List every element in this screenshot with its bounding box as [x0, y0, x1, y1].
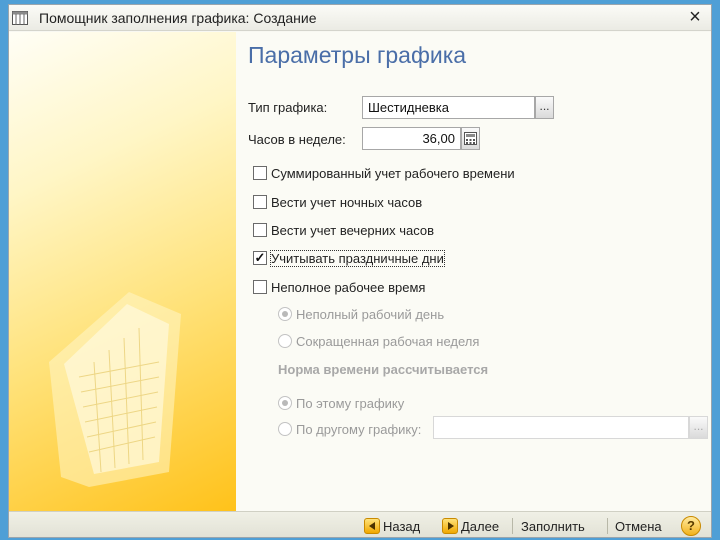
radio-label: Неполный рабочий день: [296, 306, 445, 322]
close-icon[interactable]: ×: [685, 7, 705, 27]
calendar-icon: [12, 11, 28, 25]
back-button[interactable]: Назад: [364, 516, 420, 536]
wizard-window: Помощник заполнения графика: Создание × …: [8, 4, 712, 538]
arrow-left-icon: [364, 518, 380, 534]
schedule-type-field[interactable]: Шестидневка: [362, 96, 535, 119]
radio-button[interactable]: [278, 422, 292, 436]
checkbox-evening-hours[interactable]: Вести учет вечерних часов: [253, 220, 434, 240]
fill-label: Заполнить: [521, 518, 585, 534]
radio-this-schedule[interactable]: По этому графику: [278, 393, 404, 413]
wizard-footer: Назад Далее Заполнить Отмена ?: [9, 511, 711, 537]
norm-section-label: Норма времени рассчитывается: [278, 362, 489, 377]
other-schedule-select-button[interactable]: ...: [689, 416, 708, 439]
checkbox-box[interactable]: [253, 195, 267, 209]
calendar-illustration: [49, 292, 181, 487]
hours-per-week-label: Часов в неделе:: [248, 132, 346, 147]
radio-button[interactable]: [278, 396, 292, 410]
checkbox-label: Вести учет ночных часов: [271, 194, 423, 210]
cancel-label: Отмена: [615, 518, 662, 534]
wizard-side-banner: [9, 32, 236, 511]
checkbox-night-hours[interactable]: Вести учет ночных часов: [253, 192, 422, 212]
hours-per-week-field[interactable]: 36,00: [362, 127, 461, 150]
checkbox-label: Учитывать праздничные дни: [270, 249, 445, 267]
radio-short-week[interactable]: Сокращенная рабочая неделя: [278, 331, 479, 351]
radio-button[interactable]: [278, 334, 292, 348]
checkbox-label: Вести учет вечерних часов: [271, 222, 434, 238]
radio-label: По этому графику: [296, 395, 405, 411]
help-icon[interactable]: ?: [681, 516, 701, 536]
schedule-type-select-button[interactable]: ...: [535, 96, 554, 119]
checkbox-part-time[interactable]: Неполное рабочее время: [253, 277, 425, 297]
footer-divider: [607, 518, 608, 534]
radio-label: Сокращенная рабочая неделя: [296, 333, 480, 349]
cancel-button[interactable]: Отмена: [615, 516, 662, 536]
calculator-button[interactable]: [461, 127, 480, 150]
checkbox-box[interactable]: [253, 280, 267, 294]
checkbox-box[interactable]: [253, 223, 267, 237]
window-title: Помощник заполнения графика: Создание: [39, 10, 317, 26]
fill-button[interactable]: Заполнить: [521, 516, 585, 536]
radio-other-schedule[interactable]: По другому графику:: [278, 419, 421, 439]
next-button[interactable]: Далее: [442, 516, 499, 536]
back-label: Назад: [383, 518, 421, 534]
checkbox-label: Суммированный учет рабочего времени: [271, 165, 515, 181]
checkbox-summed-accounting[interactable]: Суммированный учет рабочего времени: [253, 163, 515, 183]
radio-label: По другому графику:: [296, 421, 422, 437]
checkbox-holidays[interactable]: ✓ Учитывать праздничные дни: [253, 248, 445, 268]
next-label: Далее: [461, 518, 500, 534]
radio-part-day[interactable]: Неполный рабочий день: [278, 304, 444, 324]
wizard-content: Параметры графика Тип графика: Шестиднев…: [236, 32, 711, 511]
title-bar: Помощник заполнения графика: Создание ×: [9, 5, 711, 31]
radio-button[interactable]: [278, 307, 292, 321]
checkbox-label: Неполное рабочее время: [271, 279, 426, 295]
page-title: Параметры графика: [248, 42, 467, 68]
checkbox-box[interactable]: [253, 166, 267, 180]
checkbox-box-checked[interactable]: ✓: [253, 251, 267, 265]
arrow-right-icon: [442, 518, 458, 534]
footer-divider: [512, 518, 513, 534]
calculator-icon: [464, 132, 477, 145]
other-schedule-field[interactable]: [433, 416, 689, 439]
schedule-type-label: Тип графика:: [248, 100, 328, 115]
